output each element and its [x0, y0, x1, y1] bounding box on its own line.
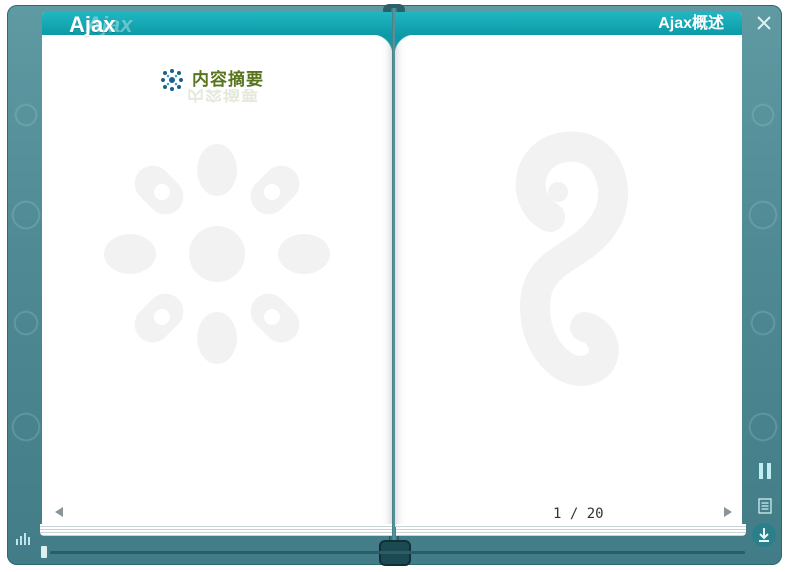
right-header-banner: Ajax概述 [395, 12, 742, 55]
page-indicator: 1 / 20 [553, 506, 604, 522]
right-page[interactable]: Ajax概述 1 / 20 [395, 12, 742, 527]
header-title-right: Ajax概述 [658, 15, 724, 32]
left-page-stack [40, 524, 392, 536]
pause-icon[interactable] [757, 462, 773, 480]
swirl-watermark-icon [515, 131, 628, 386]
scrollbar-handle[interactable] [41, 546, 47, 558]
right-page-stack [396, 524, 746, 536]
left-header-banner: Ajax Ajax [42, 12, 392, 55]
equalizer-icon[interactable] [15, 531, 31, 545]
next-page-arrow[interactable] [724, 507, 732, 517]
header-title-left: Ajax [69, 12, 116, 37]
section-title-text: 内容摘要 [192, 70, 264, 90]
left-page[interactable]: Ajax Ajax 内容摘要 内容摘要 [42, 12, 392, 527]
snowflake-icon [161, 69, 183, 91]
close-icon[interactable] [755, 14, 773, 32]
download-icon[interactable] [752, 523, 776, 547]
list-icon[interactable] [758, 498, 772, 514]
page-scrollbar[interactable] [50, 551, 745, 554]
prev-page-arrow[interactable] [55, 507, 63, 517]
flower-watermark-icon [104, 144, 330, 364]
section-title-reflection: 内容摘要 [187, 89, 259, 103]
